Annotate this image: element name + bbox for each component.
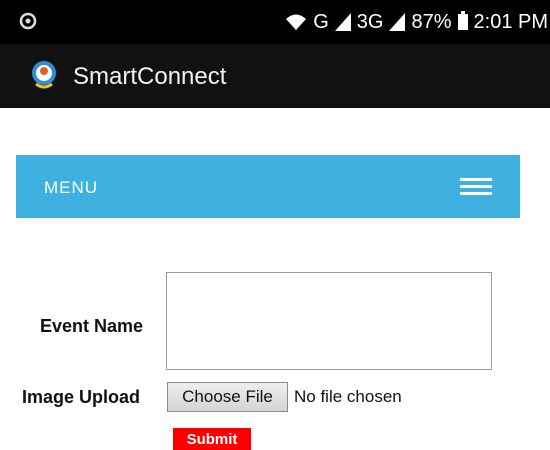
app-title: SmartConnect: [73, 63, 227, 90]
hamburger-icon[interactable]: [460, 178, 492, 196]
battery-percent: 87%: [411, 10, 452, 33]
status-bar: G 3G 87% 2:01 PM: [0, 0, 550, 44]
circle-indicator-icon: [19, 12, 37, 30]
signal-icon: [389, 13, 406, 31]
image-upload-label: Image Upload: [22, 387, 141, 407]
battery-icon: [457, 11, 468, 30]
wifi-icon: [286, 14, 307, 30]
submit-button[interactable]: Submit: [173, 428, 251, 450]
status-indicators: G 3G 87% 2:01 PM: [285, 0, 548, 44]
file-status-text: No file chosen: [294, 387, 402, 406]
network-type-g: G: [313, 10, 329, 33]
choose-file-button[interactable]: Choose File: [167, 382, 288, 412]
menu-label[interactable]: MENU: [44, 178, 98, 198]
event-name-label: Event Name: [40, 316, 144, 336]
clock: 2:01 PM: [473, 10, 548, 33]
smartconnect-logo-icon: [32, 61, 56, 89]
event-name-input[interactable]: [166, 272, 492, 370]
network-type-3g: 3G: [356, 10, 384, 33]
signal-icon: [334, 13, 351, 31]
